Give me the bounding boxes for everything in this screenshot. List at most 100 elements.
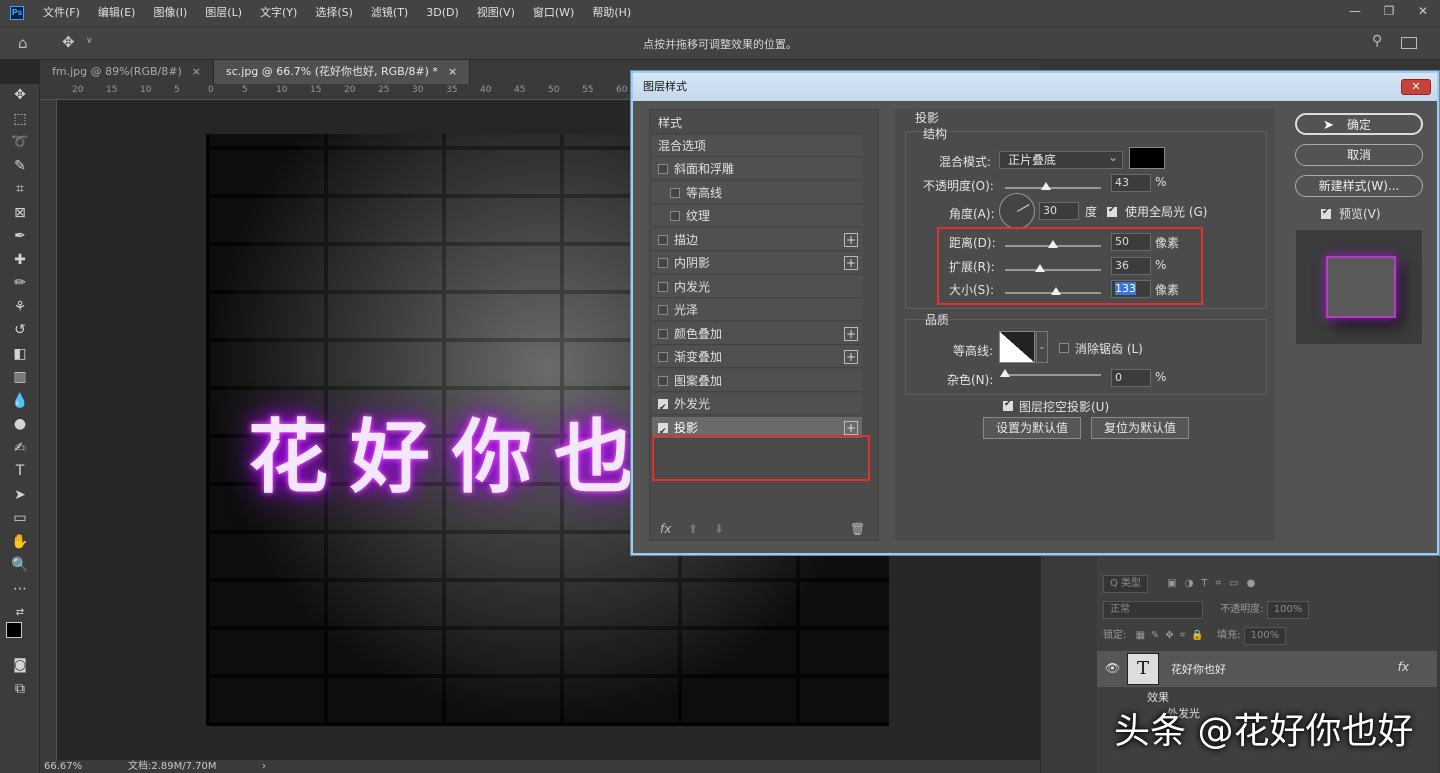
layer-blend-mode[interactable]: 正常	[1103, 601, 1203, 619]
style-item[interactable]: 颜色叠加 +	[652, 322, 862, 345]
menu-filter[interactable]: 滤镜(T)	[362, 0, 417, 26]
dialog-close-button[interactable]: ✕	[1401, 79, 1431, 95]
restore-icon[interactable]: ❐	[1372, 0, 1406, 22]
add-style-icon[interactable]: +	[844, 232, 858, 247]
shadow-color-swatch[interactable]	[1129, 147, 1165, 169]
add-style-icon[interactable]: +	[844, 256, 858, 270]
lock-icons[interactable]: ▦✎✥⌗🔒	[1136, 630, 1210, 641]
panel-collapse-strip[interactable]	[1040, 60, 1440, 70]
style-checkbox[interactable]	[658, 352, 668, 362]
style-item[interactable]: 斜面和浮雕	[652, 158, 862, 180]
tab-sc[interactable]: sc.jpg @ 66.7% (花好你也好, RGB/8#) * ×	[213, 60, 471, 84]
quick-mask-icon[interactable]: ◙	[0, 654, 40, 678]
workspace-icon[interactable]	[1401, 37, 1417, 49]
style-item[interactable]: 图案叠加	[652, 369, 862, 392]
size-input[interactable]: 133	[1111, 280, 1151, 298]
eye-icon[interactable]: 👁	[1105, 661, 1120, 675]
menu-3d[interactable]: 3D(D)	[417, 0, 468, 26]
style-checkbox[interactable]	[658, 164, 668, 174]
status-arrow-icon[interactable]: ›	[262, 760, 266, 773]
foreground-color-swatch[interactable]	[6, 622, 22, 638]
cancel-button[interactable]: 取消	[1295, 144, 1423, 166]
style-checkbox[interactable]	[670, 211, 680, 221]
slider-knob[interactable]	[1048, 240, 1058, 248]
menu-layer[interactable]: 图层(L)	[196, 0, 251, 26]
blur-icon[interactable]: 💧	[0, 390, 40, 414]
global-light-checkbox[interactable]	[1107, 205, 1117, 217]
screen-mode-icon[interactable]: ⧉	[0, 678, 40, 702]
style-item[interactable]: 描边 +	[652, 228, 862, 251]
frame-icon[interactable]: ⊠	[0, 202, 40, 226]
style-checkbox[interactable]	[658, 258, 668, 268]
style-checkbox[interactable]	[658, 234, 668, 245]
type-icon[interactable]: T	[0, 460, 40, 484]
contour-picker[interactable]	[999, 331, 1035, 363]
noise-slider[interactable]	[1000, 369, 1101, 377]
add-style-icon[interactable]: +	[844, 350, 858, 364]
close-icon[interactable]: ×	[192, 60, 201, 84]
add-style-icon[interactable]: +	[844, 326, 858, 341]
zoom-icon[interactable]: 🔍	[0, 554, 40, 578]
spread-input[interactable]: 36	[1111, 257, 1151, 275]
move-up-icon[interactable]: ⬆	[688, 522, 698, 536]
angle-dial[interactable]	[999, 193, 1035, 229]
trash-icon[interactable]: 🗑	[850, 522, 865, 536]
add-style-icon[interactable]: +	[844, 420, 858, 435]
style-checkbox[interactable]	[658, 421, 668, 443]
style-item[interactable]: 纹理	[652, 205, 862, 227]
menu-type[interactable]: 文字(Y)	[251, 0, 306, 26]
layer-name[interactable]: 花好你也好	[1171, 661, 1226, 677]
zoom-level[interactable]: 66.67%	[44, 760, 82, 773]
move-icon[interactable]: ✥	[0, 84, 40, 108]
minimize-icon[interactable]: —	[1338, 0, 1372, 22]
eraser-icon[interactable]: ◧	[0, 343, 40, 367]
reset-default-button[interactable]: 复位为默认值	[1091, 417, 1189, 439]
slider-knob[interactable]	[1000, 369, 1010, 377]
spread-slider[interactable]	[1005, 264, 1101, 272]
layer-filter[interactable]: Q 类型	[1103, 575, 1149, 593]
blend-options-item[interactable]: 混合选项	[652, 135, 862, 157]
new-style-button[interactable]: 新建样式(W)...	[1295, 175, 1423, 197]
style-item[interactable]: 光泽	[652, 299, 862, 321]
layer-opacity[interactable]: 100%	[1266, 601, 1310, 619]
style-item[interactable]: 外发光	[652, 393, 862, 419]
brush-icon[interactable]: ✏	[0, 272, 40, 296]
contour-dropdown[interactable]: ⌄	[1036, 331, 1048, 363]
close-window-icon[interactable]: ✕	[1406, 0, 1440, 22]
anti-alias-checkbox[interactable]	[1059, 343, 1069, 353]
layer-fx-icon[interactable]: fx	[1398, 660, 1409, 674]
style-item[interactable]: 渐变叠加 +	[652, 346, 862, 368]
swap-colors-icon[interactable]: ⇄	[0, 601, 40, 625]
menu-edit[interactable]: 编辑(E)	[89, 0, 145, 26]
menu-image[interactable]: 图像(I)	[144, 0, 196, 26]
history-brush-icon[interactable]: ↺	[0, 319, 40, 343]
close-icon[interactable]: ×	[448, 60, 457, 84]
slider-knob[interactable]	[1050, 287, 1061, 295]
move-down-icon[interactable]: ⬇	[714, 522, 724, 536]
pen-icon[interactable]: ✍	[0, 437, 40, 461]
eyedropper-icon[interactable]: ✒	[0, 225, 40, 249]
distance-input[interactable]: 50	[1111, 233, 1151, 251]
opacity-input[interactable]: 43	[1111, 174, 1151, 192]
dodge-icon[interactable]: ●	[0, 413, 40, 437]
hand-icon[interactable]: ✋	[0, 531, 40, 555]
menu-window[interactable]: 窗口(W)	[524, 0, 583, 26]
layer-row[interactable]: 👁 T 花好你也好 fx	[1097, 651, 1437, 687]
style-item[interactable]: 内发光	[652, 275, 862, 298]
healing-brush-icon[interactable]: ✚	[0, 249, 40, 273]
opacity-slider[interactable]	[1005, 182, 1101, 190]
style-item[interactable]: 投影 +	[652, 416, 862, 443]
size-slider[interactable]	[1005, 287, 1101, 295]
menu-select[interactable]: 选择(S)	[306, 0, 362, 26]
style-item[interactable]: 等高线	[652, 181, 862, 204]
menu-view[interactable]: 视图(V)	[468, 0, 524, 26]
search-icon[interactable]: ⚲	[1372, 33, 1382, 49]
marquee-icon[interactable]: ⬚	[0, 108, 40, 132]
set-default-button[interactable]: 设置为默认值	[983, 417, 1081, 439]
layer-filter-icons[interactable]: ▣◑T⌗▭●	[1167, 578, 1263, 589]
preview-checkbox[interactable]	[1321, 207, 1331, 219]
noise-input[interactable]: 0	[1111, 369, 1151, 387]
menu-help[interactable]: 帮助(H)	[583, 0, 640, 26]
style-checkbox[interactable]	[658, 375, 668, 386]
gradient-icon[interactable]: ▥	[0, 366, 40, 390]
